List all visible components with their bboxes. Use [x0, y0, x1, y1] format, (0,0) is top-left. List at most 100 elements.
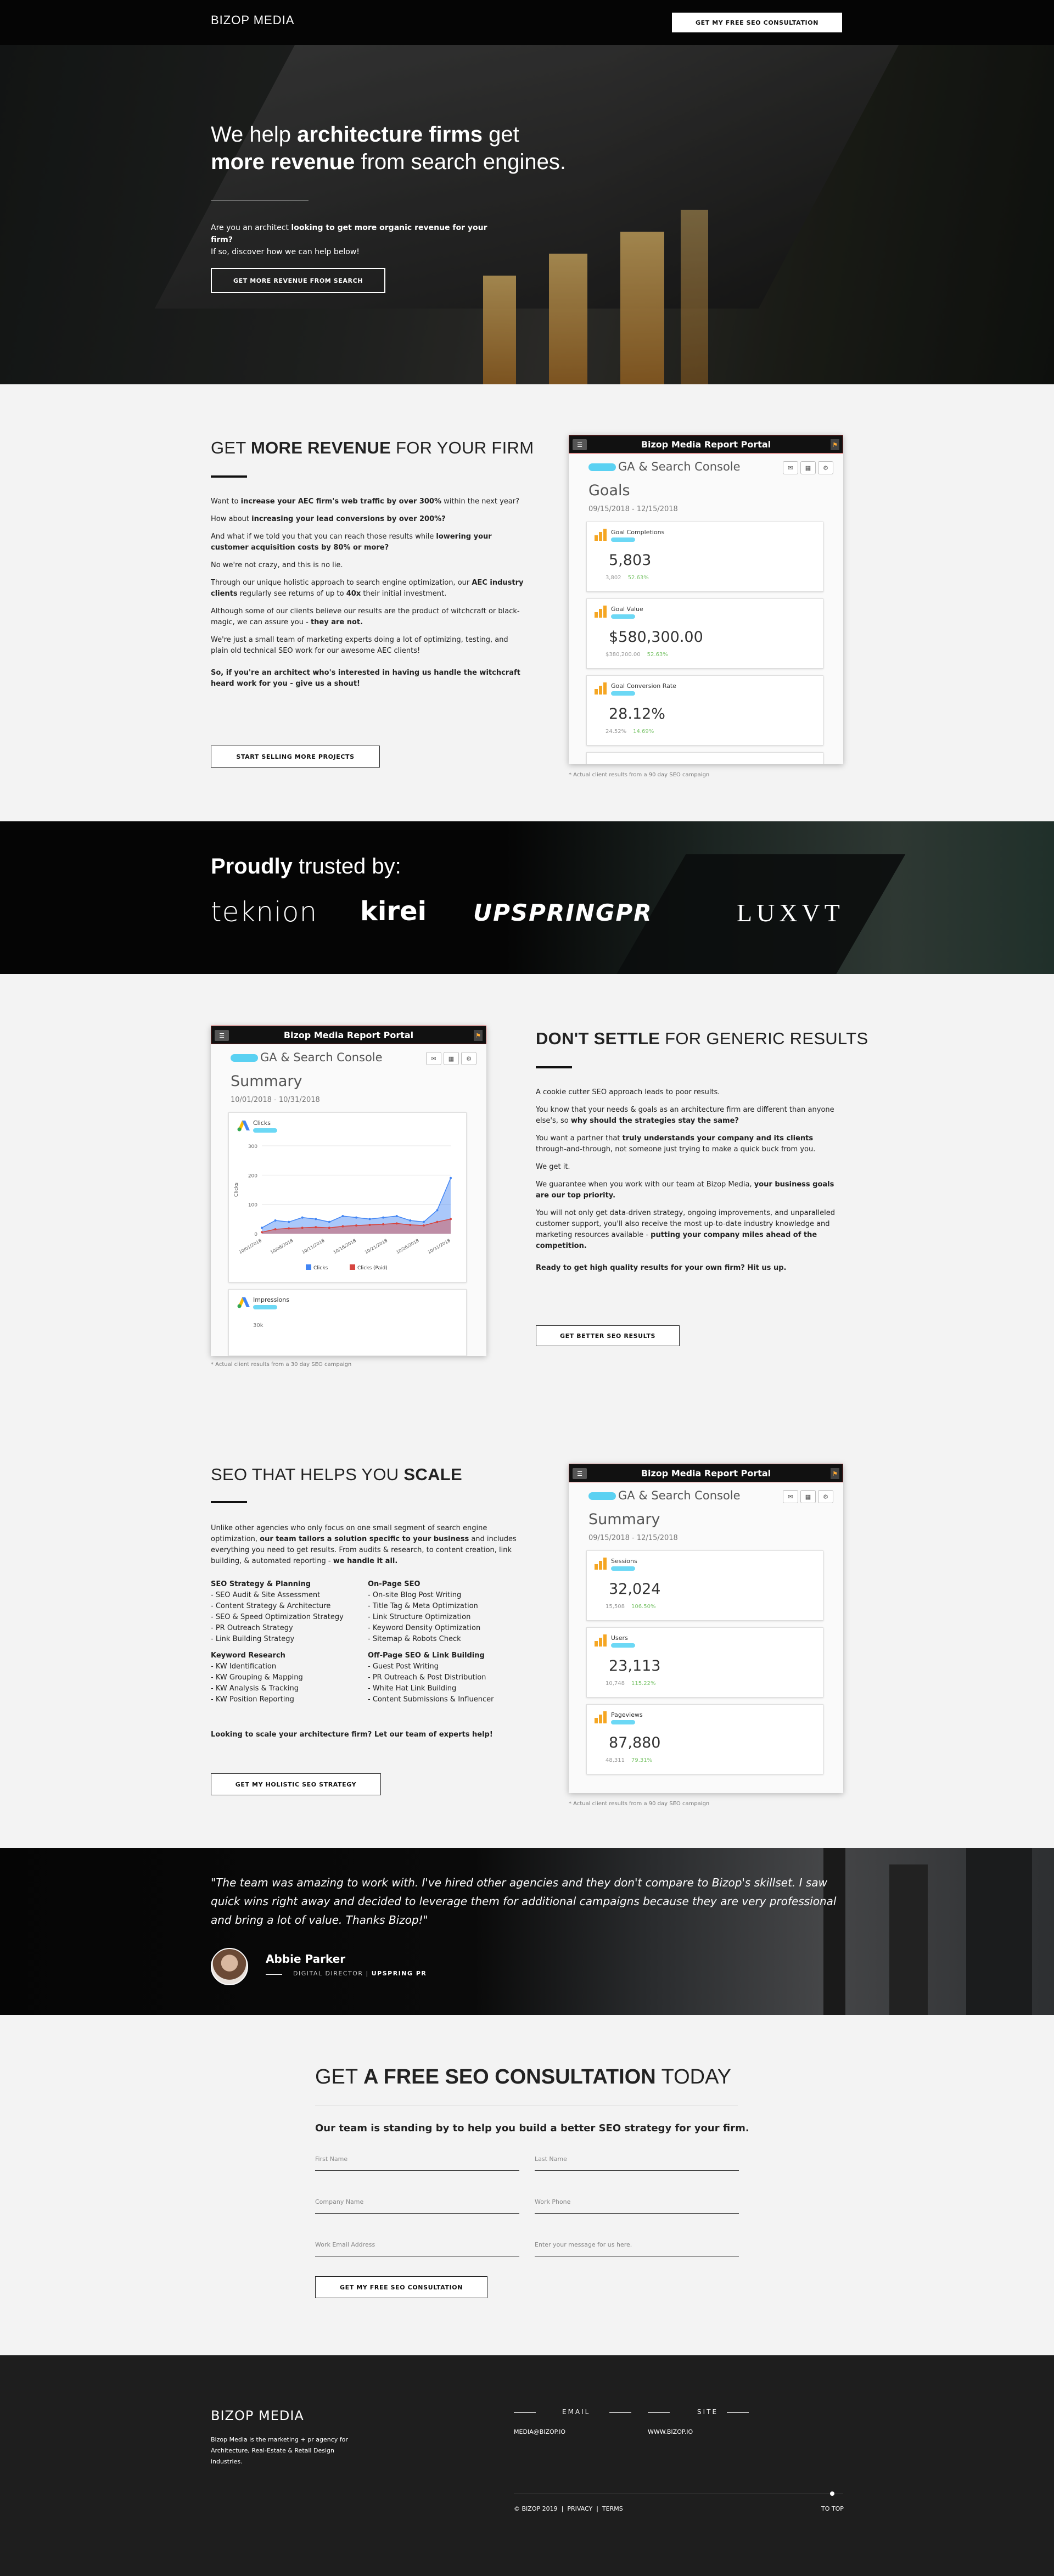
to-top-link[interactable]: TO TOP [821, 2504, 844, 2515]
calendar-icon[interactable]: ▦ [800, 1490, 816, 1503]
revenue-copy: Want to increase your AEC firm's web tra… [211, 497, 524, 688]
data-point [341, 1215, 344, 1217]
data-point [301, 1216, 304, 1219]
kpi-value: 5,803 [609, 552, 652, 569]
report-portal-summary-sessions: ☰ Bizop Media Report Portal ⚑ GA & Searc… [569, 1464, 843, 1793]
report-portal-summary-clicks: ☰ Bizop Media Report Portal ⚑ GA & Searc… [211, 1026, 486, 1356]
data-point [274, 1219, 277, 1222]
portal-caption: * Actual client results from a 30 day SE… [211, 1362, 352, 1368]
header-logo[interactable]: BIZOP MEDIA [211, 13, 294, 27]
kpi-card-pageviews[interactable]: Pageviews 87,880 48,311 79.31% [586, 1704, 823, 1774]
data-point [288, 1227, 290, 1230]
portal-source: GA & Search Console [588, 460, 741, 473]
terms-link[interactable]: TERMS [602, 2505, 623, 2512]
scale-services-col1: SEO Strategy & Planning - SEO Audit & Si… [211, 1580, 344, 1704]
footer-site-link[interactable]: WWW.BIZOP.IO [648, 2427, 693, 2438]
testimonial-quote: "The team was amazing to work with. I've… [211, 1876, 837, 1927]
scale-cta-button[interactable]: GET MY HOLISTIC SEO STRATEGY [211, 1773, 381, 1795]
kpi-value: 87,880 [609, 1734, 661, 1751]
generic-copy: A cookie cutter SEO approach leads to po… [536, 1088, 835, 1272]
portal-title: Bizop Media Report Portal [641, 1468, 771, 1479]
calendar-icon[interactable]: ▦ [800, 461, 816, 474]
consultation-subtitle: Our team is standing by to help you buil… [315, 2123, 749, 2134]
first-name-field[interactable]: First Name [315, 2153, 519, 2171]
legend-swatch [306, 1264, 311, 1270]
consultation-title: GET A FREE SEO CONSULTATION TODAY [315, 2065, 731, 2088]
revenue-title: GET MORE REVENUE FOR YOUR FIRM [211, 438, 534, 457]
pin-icon[interactable]: ⚑ [831, 1468, 839, 1479]
menu-icon[interactable]: ☰ [573, 1468, 587, 1479]
brand-logo-luxvt: LUXVT [737, 899, 844, 927]
legend-label: Clicks [313, 1265, 328, 1271]
data-point [261, 1231, 263, 1234]
kpi-card-partial [586, 752, 823, 764]
footer-logo[interactable]: BIZOP MEDIA [211, 2408, 304, 2423]
kpi-value: 32,024 [609, 1581, 661, 1598]
legend-label: Clicks (Paid) [357, 1265, 388, 1271]
kpi-card-goal-value[interactable]: Goal Value $580,300.00 $380,200.00 52.63% [586, 598, 823, 669]
message-field[interactable]: Enter your message for us here. [535, 2239, 739, 2256]
gear-icon[interactable]: ⚙ [818, 1490, 833, 1503]
y-tick-label: 300 [248, 1144, 257, 1150]
data-point [355, 1216, 357, 1219]
calendar-icon[interactable]: ▦ [444, 1052, 459, 1065]
consultation-submit-button[interactable]: GET MY FREE SEO CONSULTATION [315, 2276, 487, 2298]
data-point [301, 1227, 304, 1229]
x-tick-label: 10/31/2018 [427, 1238, 451, 1255]
pin-icon[interactable]: ⚑ [474, 1030, 483, 1041]
mail-icon[interactable]: ✉ [783, 1490, 798, 1503]
hero-cta-button[interactable]: GET MORE REVENUE FROM SEARCH [211, 268, 385, 293]
x-tick-label: 10/16/2018 [333, 1238, 357, 1255]
report-portal-goals: ☰ Bizop Media Report Portal ⚑ GA & Searc… [569, 435, 843, 764]
kpi-card-sessions[interactable]: Sessions 32,024 15,508 106.50% [586, 1550, 823, 1621]
google-ads-icon [237, 1118, 251, 1132]
avatar [211, 1948, 248, 1985]
hero-title: We help architecture firms get more reven… [211, 122, 566, 174]
testimonial-role: DIGITAL DIRECTOR | UPSPRING PR [293, 1970, 427, 1977]
menu-icon[interactable]: ☰ [215, 1030, 229, 1041]
portal-source: GA & Search Console [231, 1051, 383, 1064]
scale-intro: Unlike other agencies who only focus on … [211, 1524, 517, 1565]
brand-logo-teknion: teknion [211, 896, 318, 928]
generic-cta-button[interactable]: GET BETTER SEO RESULTS [536, 1325, 680, 1346]
kpi-card-users[interactable]: Users 23,113 10,748 115.22% [586, 1627, 823, 1698]
scale-services-col2: On-Page SEO - On-site Blog Post Writing -… [368, 1580, 494, 1704]
footer-legal: © BIZOP 2019 | PRIVACY | TERMS [514, 2505, 623, 2512]
data-point [409, 1219, 412, 1222]
privacy-link[interactable]: PRIVACY [567, 2505, 592, 2512]
x-tick-label: 10/11/2018 [301, 1238, 325, 1255]
x-tick-label: 10/21/2018 [364, 1238, 388, 1255]
portal-date-range: 10/01/2018 - 10/31/2018 [231, 1096, 320, 1104]
data-point [436, 1209, 439, 1212]
company-name-field[interactable]: Company Name [315, 2196, 519, 2214]
mail-icon[interactable]: ✉ [426, 1052, 441, 1065]
scale-title-bar [211, 1501, 247, 1503]
y-tick-label: 200 [248, 1173, 257, 1179]
portal-header: ☰ Bizop Media Report Portal ⚑ [569, 435, 843, 453]
portal-header: ☰ Bizop Media Report Portal ⚑ [569, 1464, 843, 1482]
header-cta-button[interactable]: GET MY FREE SEO CONSULTATION [672, 13, 842, 32]
data-point [288, 1220, 290, 1223]
kpi-card-goal-conversion-rate[interactable]: Goal Conversion Rate 28.12% 24.52% 14.69% [586, 675, 823, 746]
footer-about: Bizop Media is the marketing + pr agency… [211, 2436, 348, 2465]
google-ads-icon [237, 1295, 251, 1308]
data-point [422, 1220, 425, 1223]
gear-icon[interactable]: ⚙ [818, 461, 833, 474]
work-phone-field[interactable]: Work Phone [535, 2196, 739, 2214]
data-point [436, 1220, 439, 1223]
menu-icon[interactable]: ☰ [573, 439, 587, 450]
pin-icon[interactable]: ⚑ [831, 439, 839, 450]
portal-page-title: Summary [231, 1073, 302, 1090]
chart-card-impressions: Impressions 30k [228, 1289, 467, 1356]
gear-icon[interactable]: ⚙ [461, 1052, 476, 1065]
work-email-field[interactable]: Work Email Address [315, 2239, 519, 2256]
footer-site-heading: SITE [697, 2408, 719, 2416]
last-name-field[interactable]: Last Name [535, 2153, 739, 2171]
kpi-card-goal-completions[interactable]: Goal Completions 5,803 3,802 52.63% [586, 522, 823, 592]
revenue-cta-button[interactable]: START SELLING MORE PROJECTS [211, 746, 380, 768]
footer-email-link[interactable]: MEDIA@BIZOP.IO [514, 2427, 565, 2438]
mail-icon[interactable]: ✉ [783, 461, 798, 474]
portal-caption: * Actual client results from a 90 day SE… [569, 772, 710, 778]
clicks-area-chart: 0 100 200 300 Clicks 10/01/2018 10/06/2018 10/1… [234, 1144, 452, 1271]
revenue-title-bar [211, 475, 247, 478]
